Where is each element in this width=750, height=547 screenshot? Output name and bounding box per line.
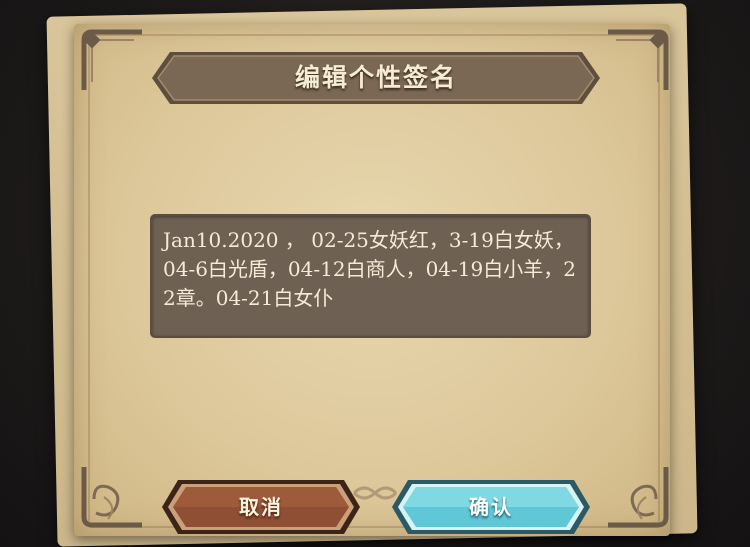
dialog-overlay: 编辑个性签名 Jan10.2020 ， 02-25女妖红，3-19白女妖，04-… xyxy=(0,0,750,547)
title-banner: 编辑个性签名 xyxy=(150,48,602,108)
corner-ornament-icon xyxy=(602,26,672,96)
cancel-button[interactable]: 取消 xyxy=(160,478,362,536)
cancel-button-label: 取消 xyxy=(239,495,283,519)
corner-knot-ornament-icon xyxy=(602,461,672,531)
corner-ornament-icon xyxy=(78,26,148,96)
confirm-button[interactable]: 确认 xyxy=(390,478,592,536)
signature-text[interactable]: Jan10.2020 ， 02-25女妖红，3-19白女妖，04-6白光盾，04… xyxy=(163,226,583,313)
signature-input[interactable]: Jan10.2020 ， 02-25女妖红，3-19白女妖，04-6白光盾，04… xyxy=(150,214,591,338)
confirm-button-label: 确认 xyxy=(469,495,513,519)
corner-knot-ornament-icon xyxy=(78,461,148,531)
dialog-title: 编辑个性签名 xyxy=(294,63,457,92)
